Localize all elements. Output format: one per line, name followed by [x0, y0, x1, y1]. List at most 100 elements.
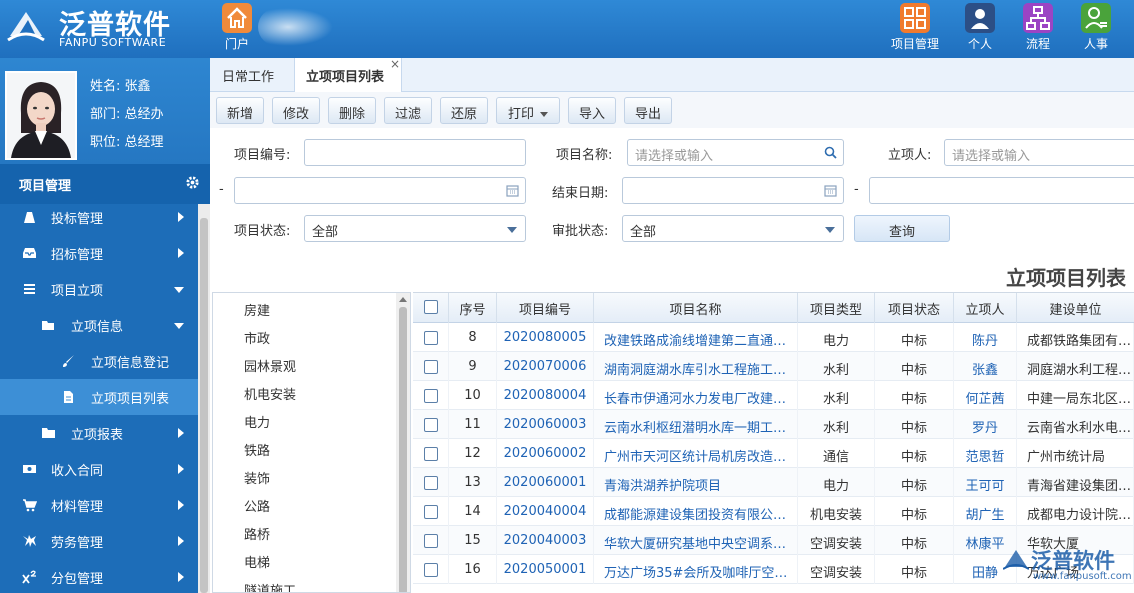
column-header[interactable]: 建设单位: [1017, 293, 1134, 323]
column-header[interactable]: 序号: [449, 293, 497, 323]
table-row[interactable]: 8 2020080005 改建铁路成渝线增建第二直通… 电力 中标 陈丹 成都铁路集团有…: [413, 323, 1134, 352]
menu-section-header[interactable]: 项目管理: [0, 164, 210, 204]
cell-name[interactable]: 成都能源建设集团投资有限公…: [594, 497, 798, 526]
import-button[interactable]: 导入: [568, 97, 616, 124]
tab-daily-work[interactable]: 日常工作: [222, 58, 302, 92]
cell-creator[interactable]: 罗丹: [954, 410, 1017, 439]
portal-nav-button[interactable]: 门户: [219, 0, 255, 58]
tree-item[interactable]: 铁路: [244, 440, 270, 459]
row-checkbox[interactable]: [424, 360, 438, 374]
tree-scrollbar-thumb[interactable]: [399, 307, 407, 592]
header-select-all[interactable]: [413, 293, 449, 323]
sidebar-item-setup-register[interactable]: 立项信息登记: [0, 343, 198, 379]
row-checkbox[interactable]: [424, 331, 438, 345]
edit-button[interactable]: 修改: [272, 97, 320, 124]
row-checkbox[interactable]: [424, 476, 438, 490]
cell-code[interactable]: 2020080005: [497, 323, 594, 352]
project-no-input[interactable]: [304, 139, 526, 166]
nav-project-management[interactable]: 项目管理: [886, 0, 944, 58]
cell-name[interactable]: 长春市伊通河水力发电厂改建…: [594, 381, 798, 410]
search-icon[interactable]: [824, 146, 837, 159]
tree-item[interactable]: 房建: [244, 300, 270, 319]
tree-item[interactable]: 园林景观: [244, 356, 296, 375]
row-checkbox[interactable]: [424, 447, 438, 461]
sidebar-item-bidding[interactable]: 投标管理: [0, 199, 198, 235]
sidebar-item-project-setup[interactable]: 项目立项: [0, 271, 198, 307]
row-checkbox[interactable]: [424, 534, 438, 548]
cell-code[interactable]: 2020060001: [497, 468, 594, 497]
start-date-input[interactable]: [234, 177, 526, 204]
cell-creator[interactable]: 陈丹: [954, 323, 1017, 352]
cell-name[interactable]: 华软大厦研究基地中央空调系…: [594, 526, 798, 555]
tree-item[interactable]: 电梯: [244, 552, 270, 571]
cell-creator[interactable]: 王可可: [954, 468, 1017, 497]
tree-item[interactable]: 电力: [244, 412, 270, 431]
column-header[interactable]: 项目编号: [497, 293, 594, 323]
nav-hr[interactable]: 人事: [1074, 0, 1118, 58]
cell-code[interactable]: 2020080004: [497, 381, 594, 410]
column-header[interactable]: 项目名称: [594, 293, 798, 323]
sidebar-item-materials[interactable]: 材料管理: [0, 487, 198, 523]
filter-button[interactable]: 过滤: [384, 97, 432, 124]
project-name-input[interactable]: 请选择或输入: [627, 139, 844, 166]
cell-name[interactable]: 云南水利枢纽潜明水库一期工…: [594, 410, 798, 439]
calendar-icon[interactable]: [506, 184, 519, 197]
close-icon[interactable]: ×: [390, 57, 400, 71]
sidebar-scrollbar-thumb[interactable]: [200, 218, 208, 593]
cell-name[interactable]: 改建铁路成渝线增建第二直通…: [594, 323, 798, 352]
nav-workflow[interactable]: 流程: [1016, 0, 1060, 58]
select-all-checkbox[interactable]: [424, 300, 438, 314]
tree-item[interactable]: 隧道施工: [244, 580, 296, 592]
table-row[interactable]: 12 2020060002 广州市天河区统计局机房改造… 通信 中标 范思哲 广州市统计局: [413, 439, 1134, 468]
tab-project-list[interactable]: 立项项目列表 ×: [294, 57, 402, 93]
sidebar-item-tendering[interactable]: 招标管理: [0, 235, 198, 271]
column-header[interactable]: 项目类型: [798, 293, 875, 323]
cell-code[interactable]: 2020040004: [497, 497, 594, 526]
restore-button[interactable]: 还原: [440, 97, 488, 124]
sidebar-item-labor[interactable]: 劳务管理: [0, 523, 198, 559]
end-date-input[interactable]: [622, 177, 844, 204]
row-checkbox[interactable]: [424, 505, 438, 519]
table-row[interactable]: 11 2020060003 云南水利枢纽潜明水库一期工… 水利 中标 罗丹 云南省水利水电…: [413, 410, 1134, 439]
export-button[interactable]: 导出: [624, 97, 672, 124]
column-header[interactable]: 立项人: [954, 293, 1017, 323]
tree-item[interactable]: 机电安装: [244, 384, 296, 403]
tree-item[interactable]: 路桥: [244, 524, 270, 543]
cell-name[interactable]: 青海洪湖养护院项目: [594, 468, 798, 497]
sidebar-scrollbar[interactable]: [198, 204, 210, 593]
table-row[interactable]: 13 2020060001 青海洪湖养护院项目 电力 中标 王可可 青海省建设集团…: [413, 468, 1134, 497]
add-button[interactable]: 新增: [216, 97, 264, 124]
print-button[interactable]: 打印: [496, 97, 560, 124]
delete-button[interactable]: 删除: [328, 97, 376, 124]
tree-item[interactable]: 公路: [244, 496, 270, 515]
sidebar-item-subcontract[interactable]: 分包管理: [0, 559, 198, 593]
table-row[interactable]: 10 2020080004 长春市伊通河水力发电厂改建… 水利 中标 何芷茜 中建一局东北区…: [413, 381, 1134, 410]
cell-name[interactable]: 广州市天河区统计局机房改造…: [594, 439, 798, 468]
calendar-icon[interactable]: [824, 184, 837, 197]
cell-creator[interactable]: 胡广生: [954, 497, 1017, 526]
row-checkbox[interactable]: [424, 389, 438, 403]
sidebar-item-setup-info[interactable]: 立项信息: [0, 307, 198, 343]
end-date-to-input[interactable]: [869, 177, 1134, 204]
cell-creator[interactable]: 何芷茜: [954, 381, 1017, 410]
row-checkbox[interactable]: [424, 563, 438, 577]
nav-personal[interactable]: 个人: [958, 0, 1002, 58]
scroll-up-icon[interactable]: [399, 297, 407, 302]
column-header[interactable]: 项目状态: [875, 293, 954, 323]
row-checkbox[interactable]: [424, 418, 438, 432]
table-row[interactable]: 14 2020040004 成都能源建设集团投资有限公… 机电安装 中标 胡广生 成都电力设…: [413, 497, 1134, 526]
status-select[interactable]: 全部: [304, 215, 526, 242]
sidebar-item-setup-list[interactable]: 立项项目列表: [0, 379, 198, 415]
approval-select[interactable]: 全部: [622, 215, 844, 242]
sidebar-item-income-contract[interactable]: 收入合同: [0, 451, 198, 487]
cell-code[interactable]: 2020060003: [497, 410, 594, 439]
tree-item[interactable]: 市政: [244, 328, 270, 347]
sidebar-item-setup-report[interactable]: 立项报表: [0, 415, 198, 451]
cell-code[interactable]: 2020050001: [497, 555, 594, 584]
creator-input[interactable]: 请选择或输入: [944, 139, 1134, 166]
tree-item[interactable]: 装饰: [244, 468, 270, 487]
gear-icon[interactable]: [185, 175, 200, 190]
cell-name[interactable]: 万达广场35#会所及咖啡厅空…: [594, 555, 798, 584]
cell-code[interactable]: 2020070006: [497, 352, 594, 381]
cell-name[interactable]: 湖南洞庭湖水库引水工程施工…: [594, 352, 798, 381]
